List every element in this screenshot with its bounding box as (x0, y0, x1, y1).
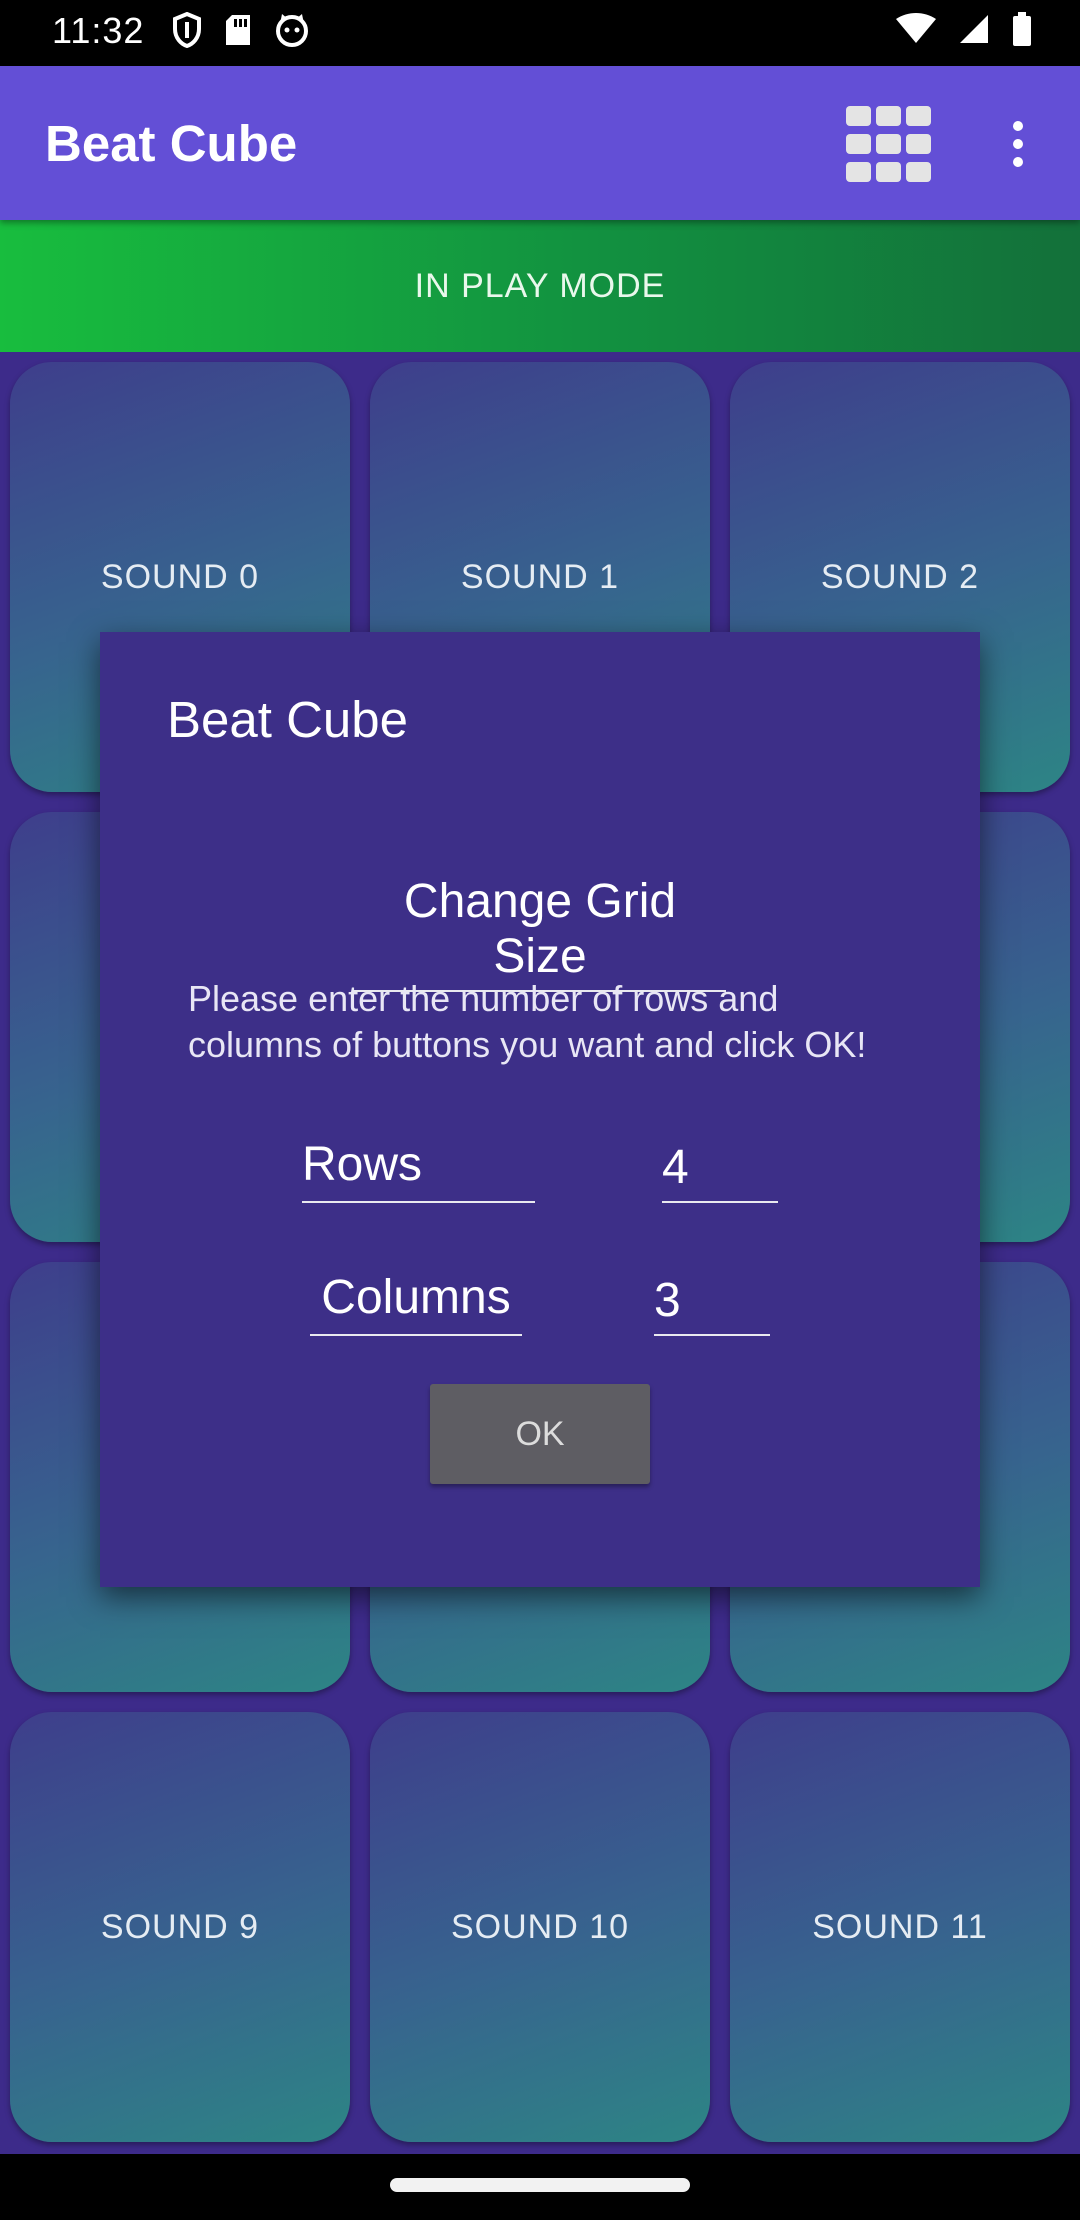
app-bar: Beat Cube (0, 66, 1080, 220)
cat-notification-icon (274, 12, 310, 48)
overflow-menu-button[interactable] (998, 116, 1038, 176)
battery-icon (1012, 12, 1032, 46)
grid-size-button[interactable] (846, 106, 932, 182)
grid-size-dialog: Beat Cube Change Grid Size Please enter … (100, 632, 980, 1587)
status-time: 11:32 (52, 10, 145, 51)
status-bar: 11:32 (0, 0, 1080, 66)
vpn-shield-icon (172, 12, 202, 48)
dialog-heading: Change Grid Size (354, 874, 726, 992)
status-right-icons (896, 12, 1032, 46)
signal-icon (958, 13, 990, 45)
more-vert-icon (998, 121, 1038, 180)
dialog-title: Beat Cube (167, 691, 409, 748)
columns-label: Columns (310, 1270, 522, 1336)
ok-button[interactable]: OK (430, 1384, 650, 1484)
dialog-message: Please enter the number of rows and colu… (188, 978, 867, 1065)
grid-size-icon (846, 106, 932, 186)
columns-input[interactable] (654, 1270, 770, 1336)
wifi-icon (896, 13, 936, 45)
rows-input[interactable] (662, 1137, 778, 1203)
home-indicator[interactable] (390, 2178, 690, 2192)
sd-card-icon (224, 13, 252, 47)
app-title: Beat Cube (45, 115, 298, 172)
rows-label: Rows (302, 1137, 535, 1203)
status-left-icons (172, 12, 310, 48)
navigation-bar (0, 2154, 1080, 2220)
